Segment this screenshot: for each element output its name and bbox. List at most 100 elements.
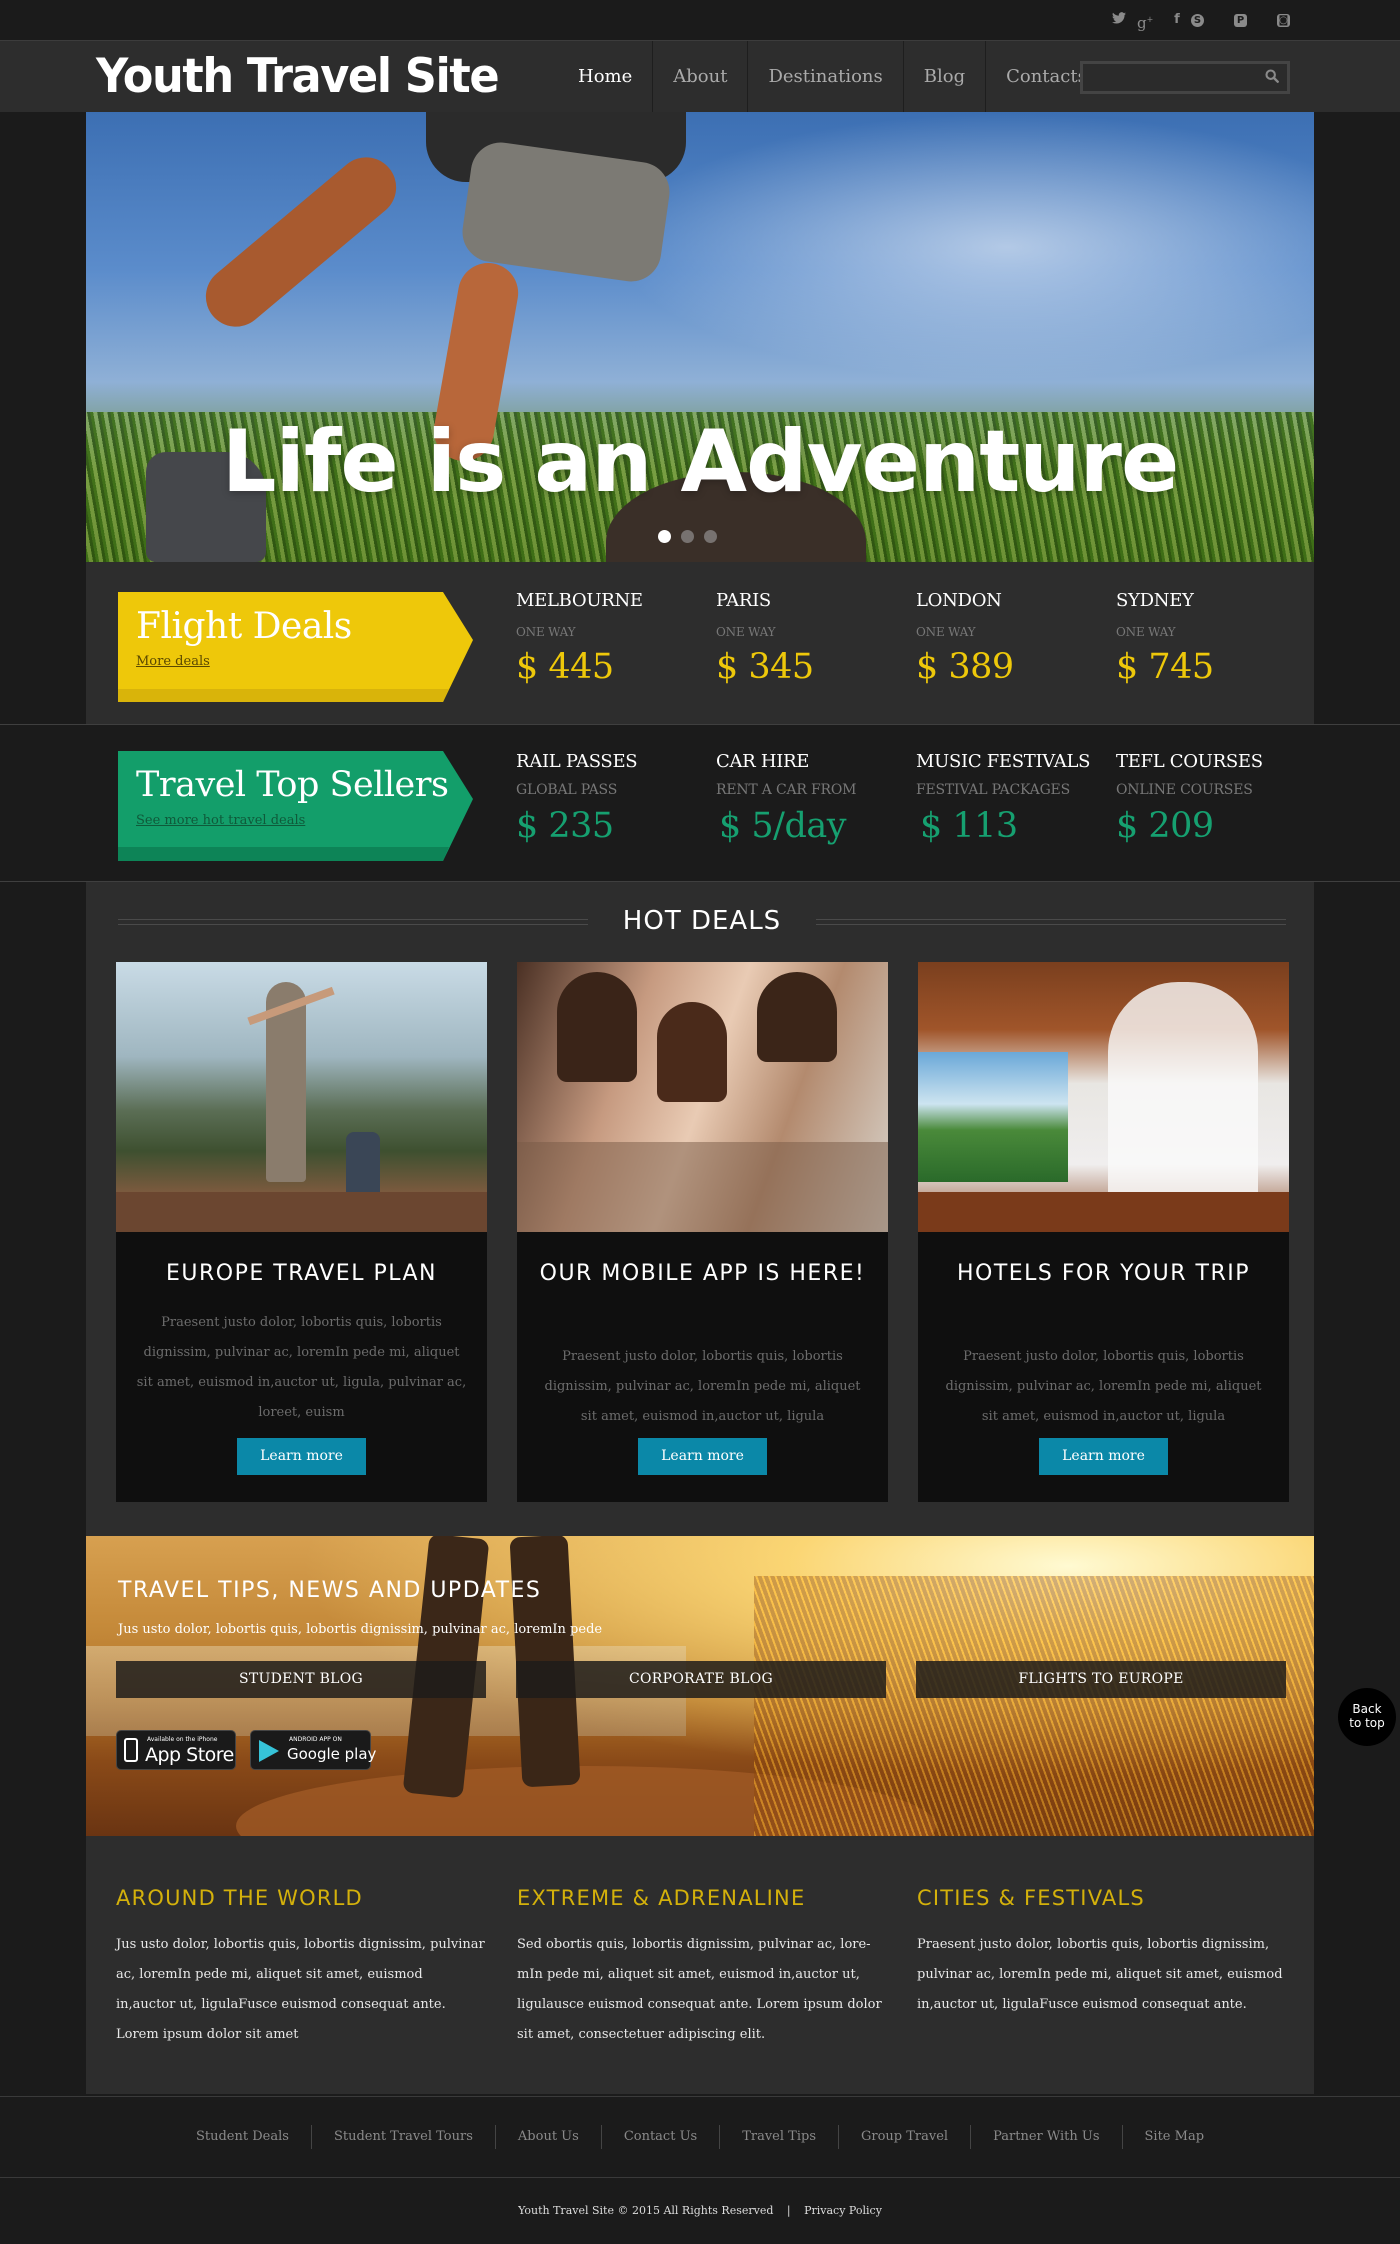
deal-city: PARIS (716, 590, 771, 611)
nav-blog[interactable]: Blog (904, 41, 987, 112)
header: Youth Travel Site Home About Destination… (0, 40, 1400, 112)
deal-item[interactable]: SYDNEY ONE WAY $ 745 (1116, 590, 1316, 687)
seller-item[interactable]: RAIL PASSES GLOBAL PASS $ 235 (516, 751, 716, 846)
card-text: Praesent justo dolor, lobortis quis, lob… (136, 1315, 467, 1420)
deal-type: ONE WAY (516, 625, 576, 639)
flight-deals-ribbon: Flight Deals More deals (118, 592, 473, 702)
tips-lead-text: Jus usto dolor, lobortis quis, lobortis … (118, 1622, 603, 1637)
search-icon[interactable] (1265, 69, 1279, 83)
seller-item[interactable]: CAR HIRE RENT A CAR FROM $ 5/day (716, 751, 916, 846)
learn-more-button[interactable]: Learn more (237, 1438, 366, 1475)
nav-home[interactable]: Home (560, 41, 654, 112)
footer-nav: Student Deals Student Travel Tours About… (0, 2096, 1400, 2178)
slider-pagination (658, 530, 717, 543)
separator: | (786, 2204, 791, 2217)
card-image-europe[interactable] (116, 962, 487, 1232)
deal-city: SYDNEY (1116, 590, 1194, 611)
facebook-icon[interactable]: f (1169, 12, 1185, 28)
deal-price: $ 745 (1116, 647, 1214, 687)
info-title: CITIES & FESTIVALS (917, 1886, 1145, 1910)
footer-link-group-travel[interactable]: Group Travel (839, 2125, 972, 2149)
site-logo[interactable]: Youth Travel Site (96, 49, 500, 104)
deal-type: ONE WAY (716, 625, 776, 639)
footer-link-site-map[interactable]: Site Map (1123, 2125, 1227, 2149)
deal-item[interactable]: LONDON ONE WAY $ 389 (916, 590, 1116, 687)
app-store-caption: Available on the iPhone (147, 1736, 218, 1743)
top-sellers-band: Travel Top Sellers See more hot travel d… (0, 724, 1400, 882)
top-sellers-title: Travel Top Sellers (136, 765, 449, 805)
info-column: AROUND THE WORLD Jus usto dolor, loborti… (116, 1886, 486, 2050)
info-column: EXTREME & ADRENALINE Sed obortis quis, l… (517, 1886, 887, 2050)
back-to-top-label: Back (1352, 1702, 1382, 1716)
tips-title: TRAVEL TIPS, NEWS AND UPDATES (118, 1578, 542, 1603)
seller-item[interactable]: TEFL COURSES ONLINE COURSES $ 209 (1116, 751, 1316, 846)
hot-deals-header: HOT DEALS (118, 902, 1286, 942)
seller-name: TEFL COURSES (1116, 751, 1263, 772)
card-title: OUR MOBILE APP IS HERE! (539, 1261, 866, 1286)
deal-type: ONE WAY (1116, 625, 1176, 639)
top-sellers-list: RAIL PASSES GLOBAL PASS $ 235 CAR HIRE R… (516, 751, 1316, 846)
more-deals-link[interactable]: More deals (136, 654, 210, 669)
student-blog-button[interactable]: STUDENT BLOG (116, 1661, 486, 1698)
app-store-badge[interactable]: Available on the iPhone App Store (116, 1730, 236, 1770)
corporate-blog-button[interactable]: CORPORATE BLOG (516, 1661, 886, 1698)
card-text: Praesent justo dolor, lobortis quis, lob… (544, 1349, 861, 1424)
flights-to-europe-button[interactable]: FLIGHTS TO EUROPE (916, 1661, 1286, 1698)
info-title: AROUND THE WORLD (116, 1886, 363, 1910)
divider (816, 919, 1286, 925)
footer-link-student-deals[interactable]: Student Deals (174, 2125, 312, 2149)
info-text: Sed obortis quis, lobortis dignissim, pu… (517, 1937, 882, 2042)
card-image-mobile-app[interactable] (517, 962, 888, 1232)
deal-item[interactable]: MELBOURNE ONE WAY $ 445 (516, 590, 716, 687)
google-play-caption: ANDROID APP ON (289, 1736, 342, 1743)
top-sellers-ribbon: Travel Top Sellers See more hot travel d… (118, 751, 473, 861)
card-image-hotel[interactable] (918, 962, 1289, 1232)
back-to-top-label: to top (1349, 1716, 1385, 1730)
info-column: CITIES & FESTIVALS Praesent justo dolor,… (917, 1886, 1287, 2020)
back-to-top-button[interactable]: Back to top (1338, 1688, 1396, 1746)
flight-deal-list: MELBOURNE ONE WAY $ 445 PARIS ONE WAY $ … (516, 590, 1316, 687)
footer-link-contact-us[interactable]: Contact Us (602, 2125, 721, 2149)
twitter-icon[interactable] (1111, 12, 1127, 28)
google-play-label: Google play (287, 1745, 377, 1763)
nav-destinations[interactable]: Destinations (748, 41, 904, 112)
google-play-icon (259, 1740, 279, 1762)
seller-item[interactable]: MUSIC FESTIVALS FESTIVAL PACKAGES $ 113 (916, 751, 1116, 846)
footer-link-about-us[interactable]: About Us (496, 2125, 602, 2149)
card-text: Praesent justo dolor, lobortis quis, lob… (945, 1349, 1262, 1424)
deal-price: $ 389 (916, 647, 1014, 687)
deal-card: EUROPE TRAVEL PLAN Praesent justo dolor,… (116, 962, 487, 1502)
card-title: HOTELS FOR YOUR TRIP (956, 1261, 1251, 1286)
hot-deals-section: HOT DEALS EUROPE TRAVEL PLAN Praesent ju… (86, 882, 1314, 1536)
seller-type: FESTIVAL PACKAGES (916, 782, 1070, 798)
copyright-text: Youth Travel Site © 2015 All Rights Rese… (518, 2204, 774, 2217)
pinterest-icon[interactable]: P (1234, 14, 1247, 27)
slider-dot[interactable] (658, 530, 671, 543)
seller-name: RAIL PASSES (516, 751, 638, 772)
deal-card: HOTELS FOR YOUR TRIP Praesent justo dolo… (918, 962, 1289, 1502)
slider-dot[interactable] (704, 530, 717, 543)
hero-image-leg (193, 145, 409, 339)
hero-slider: Life is an Adventure (86, 112, 1314, 562)
top-sellers-section: Travel Top Sellers See more hot travel d… (86, 725, 1314, 881)
skype-icon[interactable]: S (1191, 14, 1204, 27)
nav-about[interactable]: About (653, 41, 749, 112)
instagram-icon[interactable]: ◙ (1277, 14, 1290, 27)
deal-item[interactable]: PARIS ONE WAY $ 345 (716, 590, 916, 687)
google-plus-icon[interactable]: g+ (1137, 12, 1153, 31)
search-input[interactable] (1083, 64, 1253, 91)
iphone-icon (124, 1738, 138, 1762)
privacy-policy-link[interactable]: Privacy Policy (804, 2204, 882, 2217)
hot-travel-deals-link[interactable]: See more hot travel deals (136, 813, 305, 828)
footer-link-partner-with-us[interactable]: Partner With Us (971, 2125, 1123, 2149)
hero-title: Life is an Adventure (221, 412, 1180, 512)
slider-dot[interactable] (681, 530, 694, 543)
footer-link-student-travel-tours[interactable]: Student Travel Tours (312, 2125, 496, 2149)
learn-more-button[interactable]: Learn more (638, 1438, 767, 1475)
card-title: EUROPE TRAVEL PLAN (166, 1261, 437, 1286)
learn-more-button[interactable]: Learn more (1039, 1438, 1168, 1475)
footer-link-travel-tips[interactable]: Travel Tips (720, 2125, 839, 2149)
seller-price: $ 5/day (719, 806, 847, 846)
main-nav: Home About Destinations Blog Contacts (560, 41, 1107, 112)
google-play-badge[interactable]: ANDROID APP ON Google play (250, 1730, 376, 1770)
